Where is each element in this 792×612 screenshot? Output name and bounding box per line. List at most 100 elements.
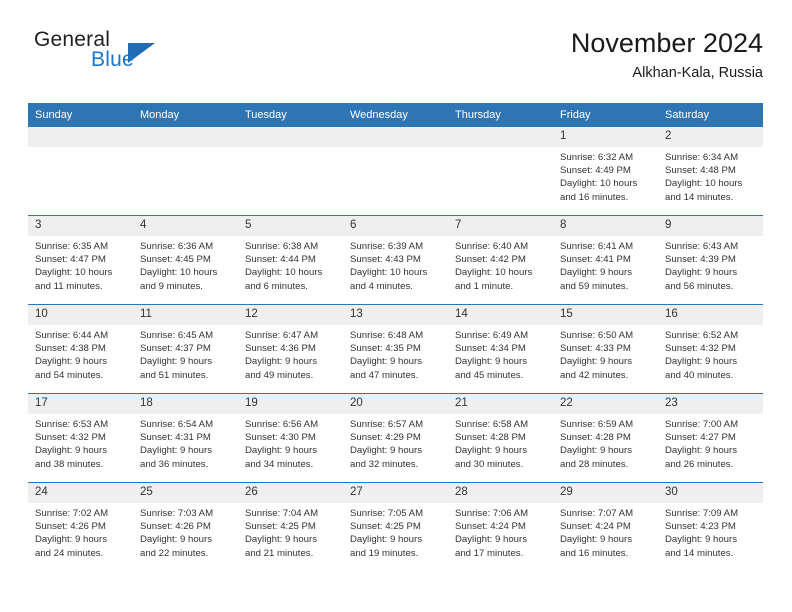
daylight-text-line1: Daylight: 9 hours <box>140 534 212 546</box>
calendar-day-cell[interactable]: 17 Sunrise: 6:53 AM Sunset: 4:32 PM Dayligh… <box>28 393 133 483</box>
page-subtitle-location: Alkhan-Kala, Russia <box>632 65 763 81</box>
brand-logo[interactable]: General Blue <box>28 26 228 78</box>
daylight-text-line1: Daylight: 9 hours <box>455 534 527 546</box>
sunrise-text: Sunrise: 6:54 AM <box>140 419 214 430</box>
calendar-day-details: Sunrise: 7:03 AM Sunset: 4:26 PM Daylight:… <box>133 503 238 560</box>
sunrise-text: Sunrise: 7:05 AM <box>350 508 424 519</box>
calendar-day-number: 2 <box>658 127 763 147</box>
calendar-day-cell[interactable]: 15 Sunrise: 6:50 AM Sunset: 4:33 PM Dayligh… <box>553 304 658 394</box>
calendar-page: General Blue November 2024 Alkhan-Kala, … <box>0 0 792 612</box>
sunrise-text: Sunrise: 6:44 AM <box>35 330 109 341</box>
calendar-day-details: Sunrise: 6:41 AM Sunset: 4:41 PM Daylight:… <box>553 236 658 293</box>
calendar-day-cell-empty <box>343 126 448 216</box>
daylight-text-line1: Daylight: 9 hours <box>350 534 422 546</box>
calendar-day-details: Sunrise: 6:59 AM Sunset: 4:28 PM Daylight:… <box>553 414 658 471</box>
calendar-day-cell[interactable]: 11 Sunrise: 6:45 AM Sunset: 4:37 PM Dayligh… <box>133 304 238 394</box>
daylight-text-line2: and 6 minutes. <box>245 280 308 292</box>
daylight-text-line2: and 40 minutes. <box>665 369 734 381</box>
calendar-day-number: 23 <box>658 394 763 414</box>
calendar-week-row: 10 Sunrise: 6:44 AM Sunset: 4:38 PM Dayligh… <box>28 304 763 394</box>
weekday-header-row: Sunday Monday Tuesday Wednesday Thursday… <box>28 103 763 127</box>
calendar-day-cell[interactable]: 10 Sunrise: 6:44 AM Sunset: 4:38 PM Dayligh… <box>28 304 133 394</box>
calendar-day-cell[interactable]: 13 Sunrise: 6:48 AM Sunset: 4:35 PM Dayligh… <box>343 304 448 394</box>
calendar-day-cell[interactable]: 18 Sunrise: 6:54 AM Sunset: 4:31 PM Dayligh… <box>133 393 238 483</box>
calendar-week-row: 24 Sunrise: 7:02 AM Sunset: 4:26 PM Dayligh… <box>28 482 763 571</box>
sunrise-text: Sunrise: 6:47 AM <box>245 330 319 341</box>
calendar-day-cell[interactable]: 19 Sunrise: 6:56 AM Sunset: 4:30 PM Dayligh… <box>238 393 343 483</box>
calendar-day-details: Sunrise: 6:34 AM Sunset: 4:48 PM Daylight:… <box>658 147 763 204</box>
sunset-text: Sunset: 4:28 PM <box>560 432 631 444</box>
sunrise-text: Sunrise: 6:43 AM <box>665 241 739 252</box>
calendar-day-cell[interactable]: 8 Sunrise: 6:41 AM Sunset: 4:41 PM Daylight… <box>553 215 658 305</box>
calendar-day-cell[interactable]: 25 Sunrise: 7:03 AM Sunset: 4:26 PM Dayligh… <box>133 482 238 571</box>
calendar-day-cell[interactable]: 22 Sunrise: 6:59 AM Sunset: 4:28 PM Dayligh… <box>553 393 658 483</box>
daylight-text-line1: Daylight: 10 hours <box>350 267 428 279</box>
calendar-day-cell[interactable]: 9 Sunrise: 6:43 AM Sunset: 4:39 PM Daylight… <box>658 215 763 305</box>
calendar-day-cell[interactable]: 29 Sunrise: 7:07 AM Sunset: 4:24 PM Dayligh… <box>553 482 658 571</box>
daylight-text-line1: Daylight: 9 hours <box>665 356 737 368</box>
daylight-text-line2: and 28 minutes. <box>560 458 629 470</box>
sunrise-text: Sunrise: 6:50 AM <box>560 330 634 341</box>
calendar-day-cell[interactable]: 21 Sunrise: 6:58 AM Sunset: 4:28 PM Dayligh… <box>448 393 553 483</box>
calendar-day-number: 28 <box>448 483 553 503</box>
calendar-day-cell[interactable]: 20 Sunrise: 6:57 AM Sunset: 4:29 PM Dayligh… <box>343 393 448 483</box>
calendar-day-cell[interactable]: 6 Sunrise: 6:39 AM Sunset: 4:43 PM Daylight… <box>343 215 448 305</box>
calendar-day-cell[interactable]: 27 Sunrise: 7:05 AM Sunset: 4:25 PM Dayligh… <box>343 482 448 571</box>
calendar-day-cell[interactable]: 5 Sunrise: 6:38 AM Sunset: 4:44 PM Daylight… <box>238 215 343 305</box>
daylight-text-line1: Daylight: 10 hours <box>245 267 323 279</box>
daylight-text-line1: Daylight: 10 hours <box>665 178 743 190</box>
calendar-day-cell-empty <box>238 126 343 216</box>
sunset-text: Sunset: 4:26 PM <box>140 521 211 533</box>
calendar-day-cell[interactable]: 2 Sunrise: 6:34 AM Sunset: 4:48 PM Daylight… <box>658 126 763 216</box>
calendar-day-number: 3 <box>28 216 133 236</box>
sunrise-text: Sunrise: 6:41 AM <box>560 241 634 252</box>
daylight-text-line2: and 17 minutes. <box>455 547 524 559</box>
calendar-day-cell[interactable]: 7 Sunrise: 6:40 AM Sunset: 4:42 PM Daylight… <box>448 215 553 305</box>
sunrise-text: Sunrise: 7:09 AM <box>665 508 739 519</box>
calendar-day-cell[interactable]: 16 Sunrise: 6:52 AM Sunset: 4:32 PM Dayligh… <box>658 304 763 394</box>
sunrise-text: Sunrise: 6:36 AM <box>140 241 214 252</box>
calendar-day-number: 25 <box>133 483 238 503</box>
daylight-text-line1: Daylight: 9 hours <box>665 534 737 546</box>
calendar-day-cell[interactable]: 30 Sunrise: 7:09 AM Sunset: 4:23 PM Dayligh… <box>658 482 763 571</box>
calendar-day-cell[interactable]: 26 Sunrise: 7:04 AM Sunset: 4:25 PM Dayligh… <box>238 482 343 571</box>
calendar-day-details: Sunrise: 6:36 AM Sunset: 4:45 PM Daylight:… <box>133 236 238 293</box>
daylight-text-line2: and 9 minutes. <box>140 280 203 292</box>
calendar-day-cell[interactable]: 23 Sunrise: 7:00 AM Sunset: 4:27 PM Dayligh… <box>658 393 763 483</box>
daylight-text-line1: Daylight: 9 hours <box>560 267 632 279</box>
daylight-text-line1: Daylight: 10 hours <box>35 267 113 279</box>
sunrise-text: Sunrise: 6:52 AM <box>665 330 739 341</box>
daylight-text-line1: Daylight: 9 hours <box>560 534 632 546</box>
calendar-table: Sunday Monday Tuesday Wednesday Thursday… <box>28 103 763 571</box>
calendar-day-cell[interactable]: 1 Sunrise: 6:32 AM Sunset: 4:49 PM Daylight… <box>553 126 658 216</box>
daylight-text-line1: Daylight: 9 hours <box>245 534 317 546</box>
daylight-text-line2: and 54 minutes. <box>35 369 104 381</box>
calendar-day-number: 9 <box>658 216 763 236</box>
calendar-day-number <box>448 127 553 147</box>
calendar-day-cell[interactable]: 3 Sunrise: 6:35 AM Sunset: 4:47 PM Daylight… <box>28 215 133 305</box>
calendar-day-details: Sunrise: 6:53 AM Sunset: 4:32 PM Daylight:… <box>28 414 133 471</box>
calendar-day-cell[interactable]: 14 Sunrise: 6:49 AM Sunset: 4:34 PM Dayligh… <box>448 304 553 394</box>
daylight-text-line1: Daylight: 9 hours <box>455 445 527 457</box>
calendar-day-number: 19 <box>238 394 343 414</box>
sunset-text: Sunset: 4:28 PM <box>455 432 526 444</box>
daylight-text-line1: Daylight: 9 hours <box>560 445 632 457</box>
sunrise-text: Sunrise: 6:34 AM <box>665 152 739 163</box>
calendar-day-cell[interactable]: 12 Sunrise: 6:47 AM Sunset: 4:36 PM Dayligh… <box>238 304 343 394</box>
sunset-text: Sunset: 4:36 PM <box>245 343 316 355</box>
calendar-day-cell[interactable]: 28 Sunrise: 7:06 AM Sunset: 4:24 PM Dayligh… <box>448 482 553 571</box>
sunrise-text: Sunrise: 6:39 AM <box>350 241 424 252</box>
calendar-day-cell[interactable]: 4 Sunrise: 6:36 AM Sunset: 4:45 PM Daylight… <box>133 215 238 305</box>
sunset-text: Sunset: 4:34 PM <box>455 343 526 355</box>
sunset-text: Sunset: 4:32 PM <box>665 343 736 355</box>
sunrise-text: Sunrise: 6:35 AM <box>35 241 109 252</box>
calendar-day-number: 24 <box>28 483 133 503</box>
calendar-day-details: Sunrise: 6:45 AM Sunset: 4:37 PM Daylight:… <box>133 325 238 382</box>
daylight-text-line1: Daylight: 9 hours <box>245 445 317 457</box>
sunset-text: Sunset: 4:48 PM <box>665 165 736 177</box>
calendar-day-cell[interactable]: 24 Sunrise: 7:02 AM Sunset: 4:26 PM Dayligh… <box>28 482 133 571</box>
daylight-text-line2: and 16 minutes. <box>560 547 629 559</box>
sunrise-text: Sunrise: 6:57 AM <box>350 419 424 430</box>
calendar-day-details: Sunrise: 6:54 AM Sunset: 4:31 PM Daylight:… <box>133 414 238 471</box>
page-title: November 2024 <box>570 28 763 58</box>
